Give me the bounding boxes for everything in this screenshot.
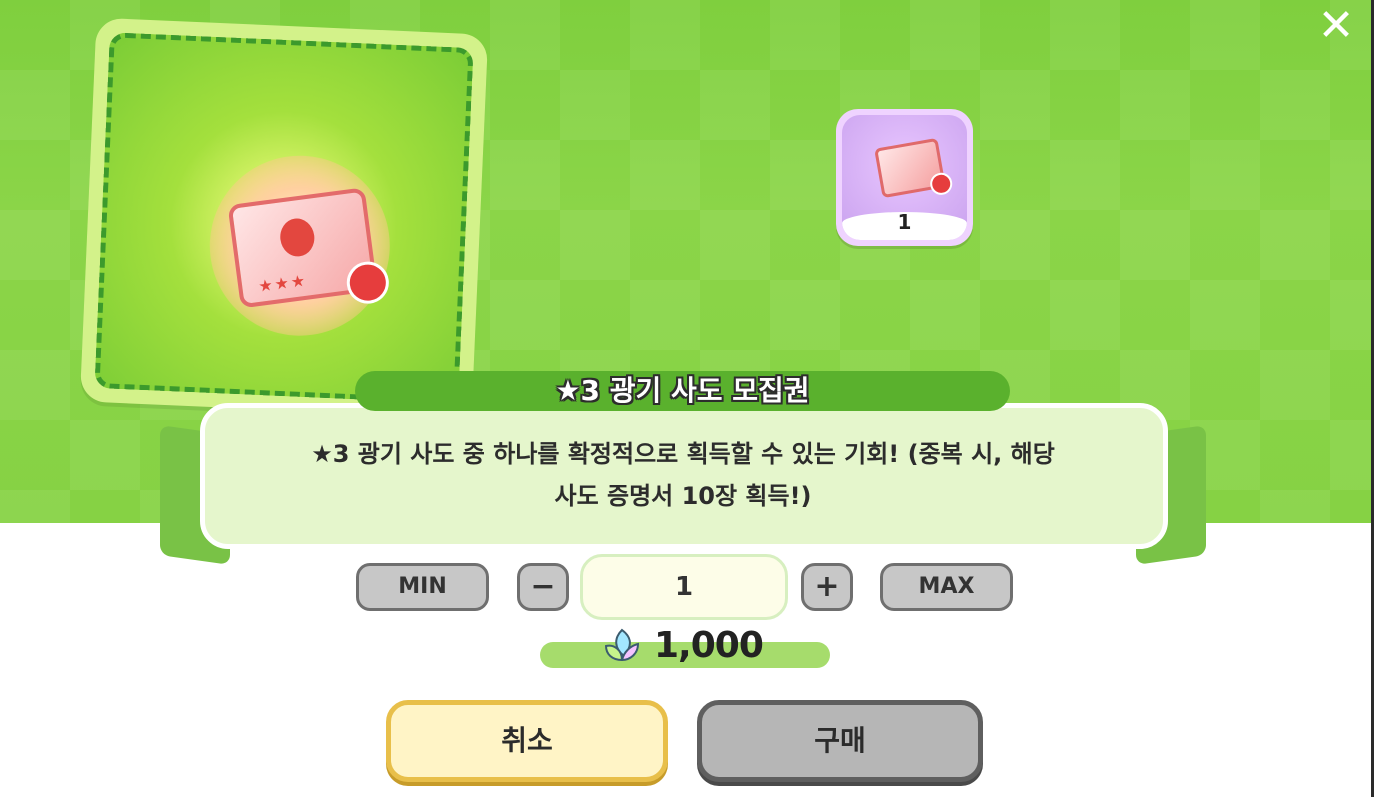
min-quantity-button[interactable]: MIN bbox=[356, 563, 489, 611]
owned-ticket-icon bbox=[874, 137, 954, 199]
recruit-ticket-icon: ★★★ bbox=[227, 187, 392, 309]
close-icon[interactable]: ✕ bbox=[1316, 4, 1356, 48]
item-description: ★3 광기 사도 중 하나를 확정적으로 획득할 수 있는 기회! (중복 시,… bbox=[230, 433, 1136, 517]
increase-quantity-button[interactable]: + bbox=[801, 563, 853, 611]
price-amount: 1,000 bbox=[654, 625, 764, 666]
item-preview-card: ★★★ bbox=[79, 17, 489, 419]
owned-item-tile: 1 bbox=[836, 109, 973, 246]
buy-button[interactable]: 구매 bbox=[697, 700, 983, 782]
quantity-input[interactable] bbox=[580, 554, 788, 620]
owned-count: 1 bbox=[897, 210, 912, 234]
leaf-crystal-icon bbox=[604, 628, 640, 662]
owned-seal-icon bbox=[928, 171, 954, 197]
ticket-stars: ★★★ bbox=[257, 270, 309, 296]
flame-emblem-icon bbox=[277, 216, 317, 259]
item-title: ★3 광기 사도 모집권 bbox=[355, 371, 1010, 411]
owned-item-frame: 1 bbox=[842, 115, 967, 240]
item-preview-frame: ★★★ bbox=[94, 32, 474, 404]
decrease-quantity-button[interactable]: − bbox=[517, 563, 569, 611]
description-line-2: 사도 증명서 10장 획득!) bbox=[554, 482, 812, 510]
purchase-dialog: ✕ ★★★ 1 ★3 광기 사도 모집권 ★3 광기 사도 중 하나를 확정적으… bbox=[0, 0, 1374, 797]
description-line-1: ★3 광기 사도 중 하나를 확정적으로 획득할 수 있는 기회! (중복 시,… bbox=[311, 440, 1055, 468]
cancel-button[interactable]: 취소 bbox=[386, 700, 668, 782]
max-quantity-button[interactable]: MAX bbox=[880, 563, 1013, 611]
